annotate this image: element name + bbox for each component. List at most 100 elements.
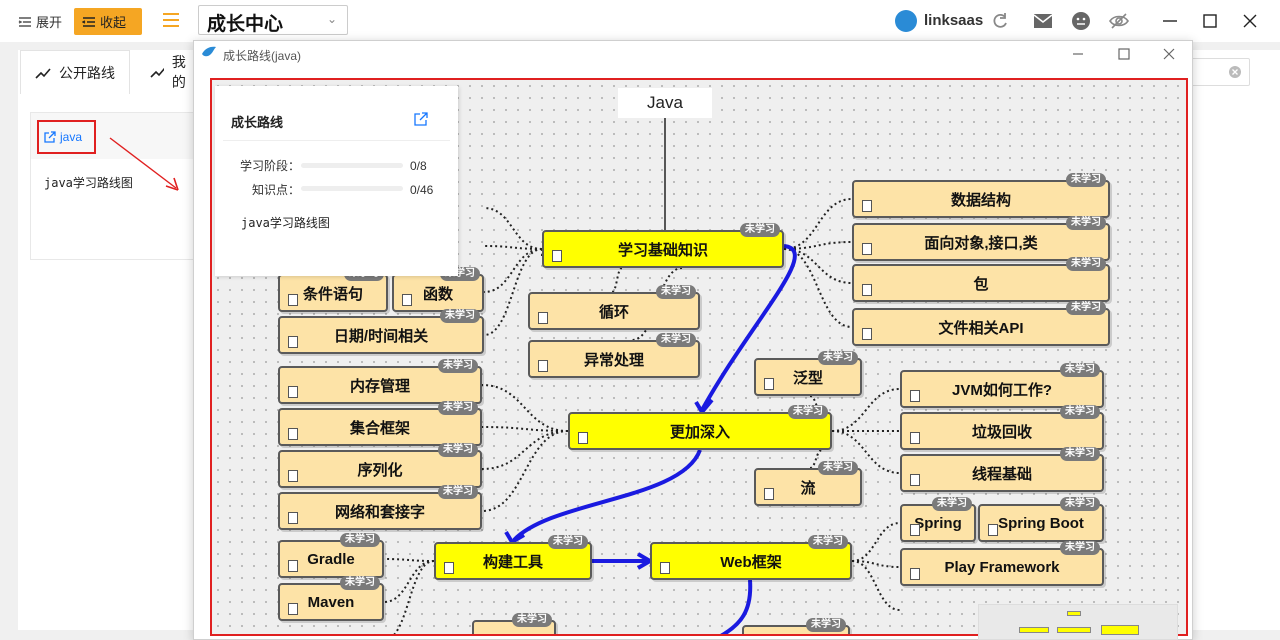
document-icon[interactable] (910, 524, 920, 536)
map-node[interactable]: 循环 未学习 (528, 285, 700, 330)
map-node[interactable]: 异常处理 未学习 (528, 333, 700, 378)
menu-icon[interactable] (160, 10, 182, 30)
document-icon[interactable] (288, 336, 298, 348)
document-icon[interactable] (552, 250, 562, 262)
document-icon[interactable] (862, 200, 872, 212)
stage-label: 学习阶段： (240, 159, 301, 173)
document-icon[interactable] (910, 390, 920, 402)
route-info-panel: 成长路线 学习阶段： 0/8 知识点： 0/46 java学习路线图 (215, 86, 458, 276)
dialog-maximize-icon[interactable] (1117, 47, 1131, 61)
tab-public-routes[interactable]: 公开路线 (20, 50, 130, 94)
expand-button[interactable]: 展开 (10, 8, 72, 35)
document-icon[interactable] (764, 378, 774, 390)
document-icon[interactable] (288, 294, 298, 306)
document-icon[interactable] (288, 428, 298, 440)
collapse-button[interactable]: 收起 (74, 8, 142, 35)
document-icon[interactable] (444, 562, 454, 574)
collapse-label: 收起 (100, 15, 127, 30)
map-node[interactable]: 日期/时间相关 未学习 (278, 309, 484, 354)
document-icon[interactable] (288, 470, 298, 482)
document-icon[interactable] (288, 512, 298, 524)
map-node[interactable]: 条件语句未学习 (278, 267, 388, 312)
status-badge: 未学习 (548, 535, 588, 549)
document-icon[interactable] (862, 243, 872, 255)
document-icon[interactable] (862, 284, 872, 296)
route-link-java[interactable]: java (37, 120, 96, 154)
center-select[interactable]: 成长中心 ⌄ (198, 5, 348, 35)
map-node[interactable]: 流未学习 (754, 461, 862, 506)
status-badge: 未学习 (438, 359, 478, 373)
map-node[interactable]: 构建工具 未学习 (434, 535, 592, 580)
dialog-close-icon[interactable] (1162, 47, 1176, 61)
minimize-icon[interactable] (1160, 11, 1180, 31)
document-icon[interactable] (288, 603, 298, 615)
document-icon[interactable] (910, 568, 920, 580)
document-icon[interactable] (402, 294, 412, 306)
status-badge: 未学习 (806, 618, 846, 632)
document-icon[interactable] (764, 488, 774, 500)
document-icon[interactable] (910, 432, 920, 444)
map-node[interactable]: Logback 未学习 (742, 618, 850, 637)
document-icon[interactable] (288, 386, 298, 398)
map-node-label: Logback (765, 636, 827, 637)
map-node[interactable]: 学习基础知识 未学习 (542, 223, 784, 268)
expand-label: 展开 (36, 15, 63, 30)
tab-my-routes[interactable]: 我的 (136, 50, 196, 94)
map-node[interactable]: 数据结构 未学习 (852, 173, 1110, 218)
user-status-icon[interactable] (1071, 11, 1091, 31)
document-icon[interactable] (910, 474, 920, 486)
root-node[interactable]: Java (618, 88, 712, 118)
close-icon[interactable] (1240, 11, 1260, 31)
map-node[interactable]: JPA 未学习 (472, 613, 556, 634)
map-node-label: 内存管理 (349, 377, 410, 395)
document-icon[interactable] (988, 524, 998, 536)
map-node[interactable]: 更加深入 未学习 (568, 405, 832, 450)
map-node[interactable]: Gradle 未学习 (278, 533, 384, 578)
dialog-minimize-icon[interactable] (1071, 47, 1085, 61)
dotted-edge (481, 430, 569, 512)
map-node[interactable]: 集合框架 未学习 (278, 401, 482, 446)
map-node-label: 线程基础 (971, 465, 1032, 483)
map-node[interactable]: 面向对象,接口,类 未学习 (852, 216, 1110, 261)
expand-icon (18, 16, 31, 27)
map-node-label: 文件相关API (938, 319, 1024, 337)
map-node[interactable]: 包 未学习 (852, 257, 1110, 302)
document-icon[interactable] (288, 560, 298, 572)
map-node[interactable]: Spring Boot 未学习 (978, 497, 1104, 542)
document-icon[interactable] (862, 328, 872, 340)
map-node[interactable]: 线程基础 未学习 (900, 447, 1104, 492)
dialog-title: 成长路线(java) (223, 49, 302, 63)
info-title: 成长路线 (231, 115, 284, 130)
document-icon[interactable] (578, 432, 588, 444)
document-icon[interactable] (660, 562, 670, 574)
maximize-icon[interactable] (1200, 11, 1220, 31)
document-icon[interactable] (538, 312, 548, 324)
map-node[interactable]: 函数 未学习 (392, 267, 484, 312)
map-node-label: 更加深入 (669, 423, 730, 441)
dotted-edge (483, 245, 543, 250)
map-node[interactable]: Play Framework 未学习 (900, 541, 1104, 586)
divider (223, 140, 450, 141)
map-node[interactable]: 内存管理 未学习 (278, 359, 482, 404)
map-node[interactable]: 垃圾回收 未学习 (900, 405, 1104, 450)
tab-public-label: 公开路线 (59, 64, 115, 81)
map-node-label: 集合框架 (349, 419, 410, 437)
document-icon[interactable] (538, 360, 548, 372)
map-node[interactable]: 网络和套接字 未学习 (278, 485, 482, 530)
map-node[interactable]: JVM如何工作? 未学习 (900, 363, 1104, 408)
map-node[interactable]: Web框架 未学习 (650, 535, 852, 580)
eye-off-icon[interactable] (1109, 11, 1129, 31)
refresh-icon[interactable] (990, 11, 1010, 31)
map-node[interactable]: 文件相关API 未学习 (852, 301, 1110, 346)
map-node-label: Gradle (307, 550, 355, 568)
map-node[interactable]: 泛型 未学习 (754, 351, 862, 396)
mail-icon[interactable] (1033, 11, 1053, 31)
status-badge: 未学习 (512, 613, 552, 627)
map-node[interactable]: 序列化 未学习 (278, 443, 482, 488)
map-node[interactable]: Maven 未学习 (278, 576, 384, 621)
minimap[interactable] (978, 604, 1178, 640)
search-input[interactable] (1190, 58, 1250, 86)
external-link-icon[interactable] (414, 112, 428, 126)
map-node[interactable]: Spring 未学习 (900, 497, 976, 542)
clear-icon[interactable] (1229, 66, 1241, 78)
